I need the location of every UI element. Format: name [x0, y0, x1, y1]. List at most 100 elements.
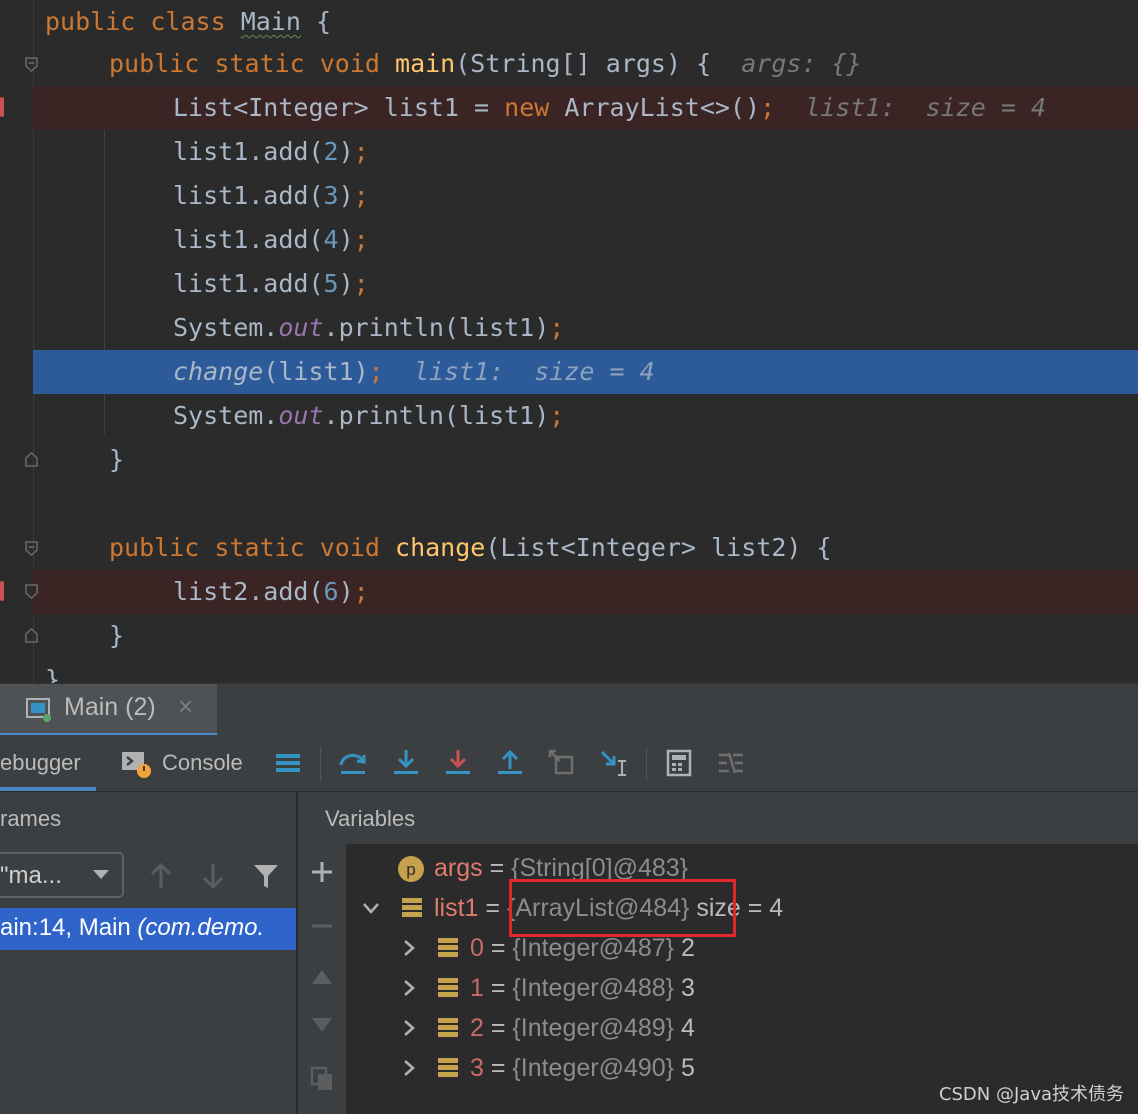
- frames-title: rames: [0, 806, 62, 831]
- keyword: new: [504, 93, 550, 122]
- code-text: System.: [173, 313, 279, 342]
- code-line[interactable]: public class Main {: [0, 0, 1138, 44]
- variable-text: 1 = {Integer@488} 3: [470, 968, 695, 1008]
- filter-icon[interactable]: [252, 862, 280, 890]
- code-text: ArrayList<>(): [564, 93, 761, 122]
- params: (List<Integer> list2) {: [485, 533, 832, 562]
- code-line[interactable]: list1.add(5);: [0, 262, 1138, 306]
- variable-value: 3: [674, 974, 695, 1002]
- step-into-icon[interactable]: [390, 747, 422, 779]
- code-line-breakpoint[interactable]: list2.add(6);: [25, 570, 1138, 614]
- code-editor[interactable]: public class Main { public static void m…: [0, 0, 1138, 683]
- code-text: System.: [173, 401, 279, 430]
- keyword: void: [319, 533, 380, 562]
- close-icon[interactable]: ×: [178, 691, 193, 722]
- field-icon: [438, 1058, 458, 1077]
- brace: }: [109, 621, 125, 650]
- tab-console-label: Console: [162, 750, 243, 775]
- variable-reference: {Integer@488}: [512, 974, 675, 1002]
- debug-toolbar: ebugger Console: [0, 735, 1138, 792]
- chevron-right-icon[interactable]: [399, 938, 419, 958]
- method-call: change: [173, 357, 264, 386]
- variable-reference: {Integer@487}: [512, 934, 675, 962]
- inline-debug-hint: args: {}: [741, 49, 862, 78]
- chevron-down-icon[interactable]: [361, 898, 381, 918]
- variable-name: 3: [470, 1054, 484, 1082]
- force-step-into-icon[interactable]: [442, 747, 474, 779]
- code-line[interactable]: }: [0, 438, 1138, 482]
- chevron-right-icon[interactable]: [399, 1058, 419, 1078]
- number-literal: 6: [323, 577, 339, 606]
- thread-selector[interactable]: "ma...: [0, 852, 124, 898]
- code-line[interactable]: System.out.println(list1);: [0, 394, 1138, 438]
- variable-value: 2: [674, 934, 695, 962]
- semicolon: ;: [368, 357, 384, 386]
- code-line-current[interactable]: change(list1); list1: size = 4: [33, 350, 1138, 394]
- chevron-right-icon[interactable]: [399, 978, 419, 998]
- code-text: list2.add(: [173, 577, 324, 606]
- tab-debugger[interactable]: ebugger: [0, 735, 96, 791]
- thread-selector-value: "ma...: [0, 862, 62, 889]
- remove-watch-icon[interactable]: [310, 914, 334, 938]
- step-out-icon[interactable]: [494, 747, 526, 779]
- variables-title: Variables: [325, 806, 416, 831]
- trace-stream-icon[interactable]: [715, 747, 747, 779]
- fold-icon[interactable]: [24, 57, 39, 72]
- toolbar-separator: [646, 747, 647, 781]
- code-line-breakpoint[interactable]: List<Integer> list1 = new ArrayList<>();…: [33, 86, 1138, 130]
- code-text: .println(list1): [323, 313, 550, 342]
- keyword: public: [45, 7, 136, 36]
- fold-end-icon[interactable]: [24, 452, 39, 467]
- equals-sign: =: [483, 1014, 513, 1042]
- breakpoint-icon[interactable]: [0, 97, 4, 117]
- variable-reference: {String[0]@483}: [511, 854, 689, 882]
- variable-name: 0: [470, 934, 484, 962]
- step-over-icon[interactable]: [337, 747, 369, 779]
- move-up-icon[interactable]: [310, 966, 334, 986]
- layout-menu-icon[interactable]: [272, 747, 304, 779]
- semicolon: ;: [353, 181, 369, 210]
- arrow-down-icon[interactable]: [200, 862, 226, 890]
- keyword: public: [109, 533, 200, 562]
- chevron-down-icon: [93, 870, 109, 879]
- code-line[interactable]: public static void main(String[] args) {…: [0, 42, 1138, 86]
- variables-tree: p args = {String[0]@483} list1 = {ArrayL…: [347, 844, 1138, 1114]
- code-text: ): [338, 181, 354, 210]
- add-watch-icon[interactable]: [310, 860, 334, 884]
- arrow-up-icon[interactable]: [148, 862, 174, 890]
- debug-window-icon: [26, 698, 51, 722]
- chevron-right-icon[interactable]: [399, 1018, 419, 1038]
- fold-icon[interactable]: [24, 584, 39, 599]
- method-name: change: [395, 533, 486, 562]
- variables-panel-header: Variables: [298, 792, 1138, 844]
- code-line[interactable]: list1.add(3);: [0, 174, 1138, 218]
- frames-panel: "ma... ain:14, Main (com.demo.: [0, 844, 296, 1114]
- fold-icon[interactable]: [24, 541, 39, 556]
- code-line[interactable]: public static void change(List<Integer> …: [0, 526, 1138, 570]
- params: (String[] args) {: [455, 49, 712, 78]
- variable-name: 2: [470, 1014, 484, 1042]
- duplicate-icon[interactable]: [310, 1066, 334, 1092]
- frames-panel-header: rames: [0, 792, 296, 844]
- variable-value: 4: [674, 1014, 695, 1042]
- move-down-icon[interactable]: [310, 1016, 334, 1036]
- breakpoint-icon[interactable]: [0, 581, 4, 601]
- code-line[interactable]: }: [0, 658, 1138, 683]
- toolbar-separator: [320, 747, 321, 781]
- code-line[interactable]: System.out.println(list1);: [0, 306, 1138, 350]
- frame-item-selected[interactable]: ain:14, Main (com.demo.: [0, 908, 296, 950]
- run-to-cursor-icon[interactable]: [598, 747, 630, 779]
- keyword: static: [214, 533, 305, 562]
- code-line[interactable]: list1.add(4);: [0, 218, 1138, 262]
- tab-main-2[interactable]: Main (2) ×: [0, 684, 217, 736]
- evaluate-expression-icon[interactable]: [663, 747, 695, 779]
- drop-frame-icon[interactable]: [546, 747, 578, 779]
- code-text: ): [338, 269, 354, 298]
- code-line[interactable]: list1.add(2);: [0, 130, 1138, 174]
- fold-end-icon[interactable]: [24, 628, 39, 643]
- tab-console[interactable]: Console: [118, 735, 258, 791]
- inline-debug-hint: list1: size = 4: [805, 93, 1047, 122]
- code-text: list1.add(: [173, 269, 324, 298]
- code-line[interactable]: }: [0, 614, 1138, 658]
- keyword: public: [109, 49, 200, 78]
